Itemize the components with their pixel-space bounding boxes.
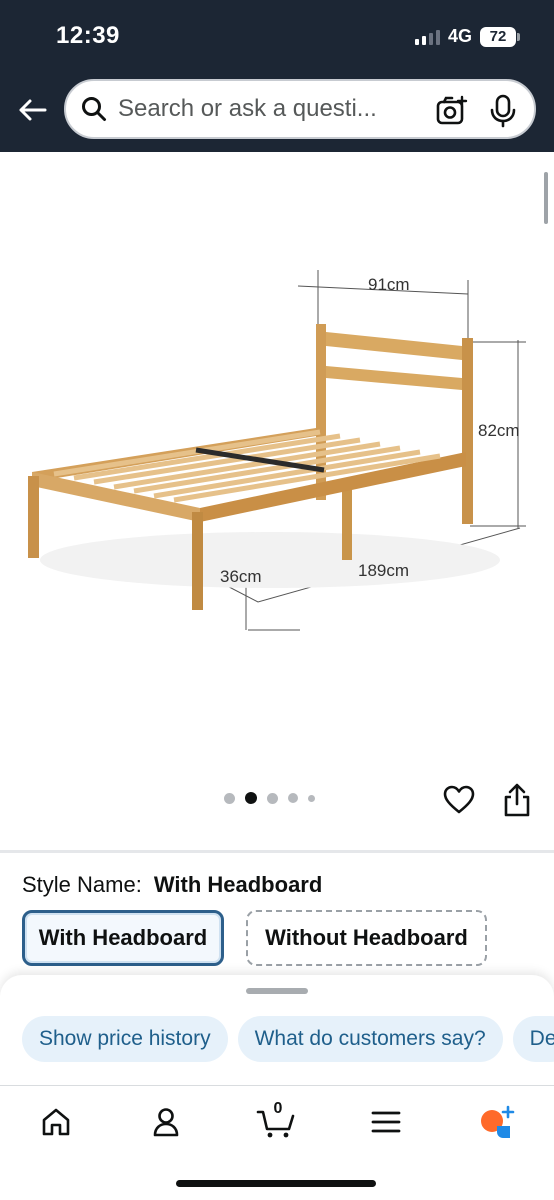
scrollbar[interactable] bbox=[544, 172, 548, 224]
rufus-icon bbox=[481, 1105, 515, 1138]
suggestion-chips: Show price history What do customers say… bbox=[22, 1016, 554, 1062]
carousel-dot[interactable] bbox=[267, 792, 278, 804]
heart-icon bbox=[443, 785, 475, 814]
battery-icon: 72 bbox=[480, 26, 520, 47]
nav-menu[interactable] bbox=[366, 1102, 406, 1142]
wishlist-button[interactable] bbox=[442, 783, 476, 817]
status-indicators: 4G 72 bbox=[414, 26, 520, 47]
style-option-without-headboard[interactable]: Without Headboard bbox=[246, 910, 487, 966]
product-page: 12:39 4G 72 Search or ask a questi... 91… bbox=[0, 0, 554, 1200]
network-type: 4G bbox=[447, 26, 472, 46]
chip-more[interactable]: De bbox=[512, 1016, 554, 1062]
search-bar[interactable] bbox=[64, 79, 536, 139]
profile-icon bbox=[153, 1108, 179, 1137]
cart-count: 0 bbox=[273, 1100, 283, 1117]
search-input[interactable] bbox=[118, 95, 418, 123]
nav-cart[interactable]: 0 bbox=[256, 1100, 296, 1142]
carousel-dot[interactable] bbox=[288, 793, 298, 803]
share-icon bbox=[504, 783, 530, 817]
chip-customers-say[interactable]: What do customers say? bbox=[237, 1016, 503, 1062]
style-name-label: Style Name: bbox=[22, 872, 142, 897]
dimension-length: 189cm bbox=[358, 561, 409, 580]
section-divider bbox=[0, 850, 554, 853]
carousel-dot[interactable] bbox=[224, 792, 235, 804]
nav-profile[interactable] bbox=[146, 1102, 186, 1142]
menu-icon bbox=[371, 1111, 401, 1133]
status-time: 12:39 bbox=[56, 22, 120, 49]
style-option-with-headboard[interactable]: With Headboard bbox=[22, 910, 224, 966]
style-name-value: With Headboard bbox=[153, 872, 323, 897]
bed-frame-image: 91cm 82cm 36cm 189cm bbox=[28, 270, 526, 631]
carousel-dot-active[interactable] bbox=[245, 792, 257, 804]
search-icon bbox=[80, 95, 108, 123]
chip-show-price-history[interactable]: Show price history bbox=[22, 1016, 228, 1062]
nav-rufus[interactable] bbox=[476, 1102, 516, 1142]
camera-icon[interactable] bbox=[436, 95, 468, 127]
style-name-row: Style Name: With Headboard bbox=[22, 872, 322, 898]
microphone-icon[interactable] bbox=[488, 94, 518, 128]
dimension-leg-height: 36cm bbox=[220, 567, 262, 586]
share-button[interactable] bbox=[502, 782, 532, 818]
nav-home[interactable] bbox=[36, 1102, 76, 1142]
sheet-drag-handle[interactable] bbox=[246, 988, 308, 994]
dimension-height: 82cm bbox=[478, 421, 520, 440]
dimension-width: 91cm bbox=[368, 275, 410, 294]
back-button[interactable] bbox=[14, 92, 50, 128]
home-icon bbox=[42, 1108, 70, 1136]
home-indicator[interactable] bbox=[176, 1180, 376, 1187]
carousel-dot[interactable] bbox=[308, 794, 315, 802]
top-bar: 12:39 4G 72 bbox=[0, 0, 554, 152]
carousel-dots[interactable] bbox=[224, 792, 315, 804]
back-arrow-icon bbox=[19, 99, 47, 121]
signal-icon bbox=[414, 29, 440, 45]
